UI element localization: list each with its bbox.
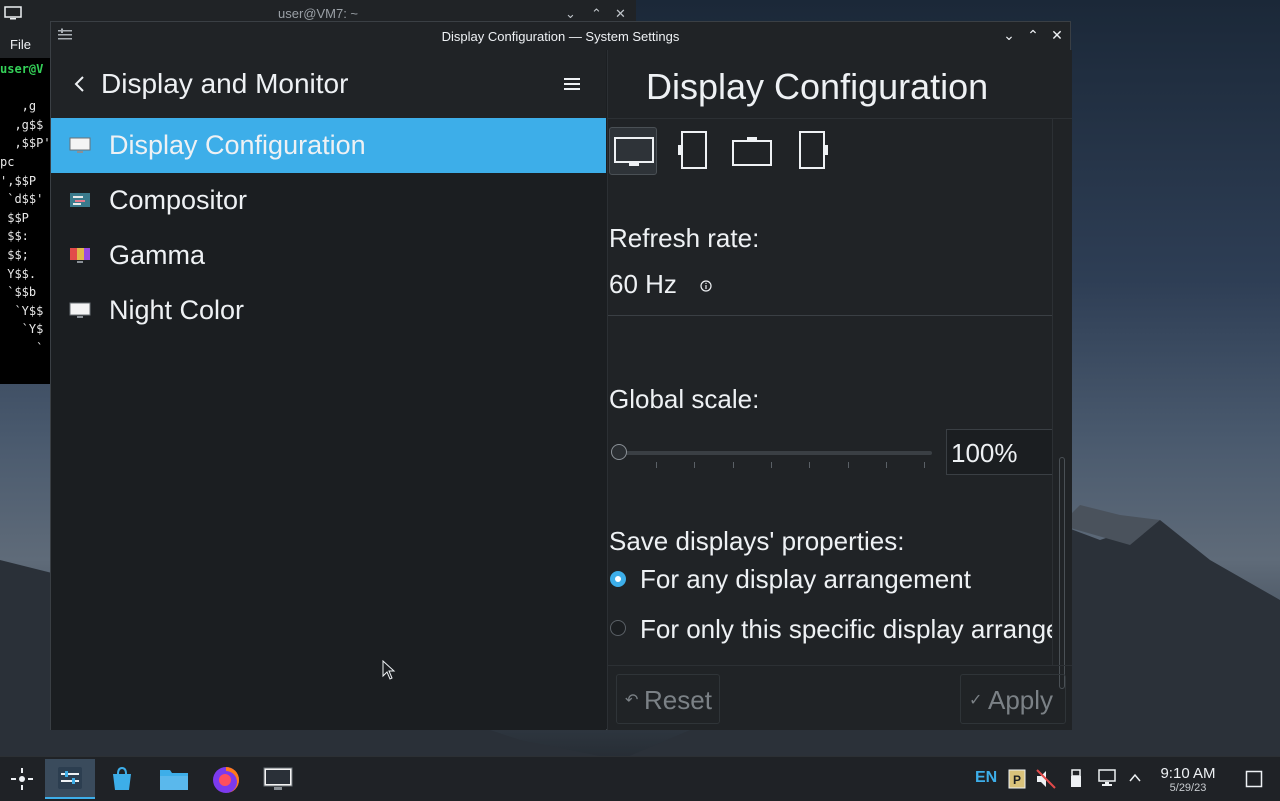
landscape-monitor-icon xyxy=(614,137,654,166)
discover-store-icon xyxy=(113,766,131,790)
taskbar-firefox[interactable] xyxy=(201,759,251,799)
speaker-muted-icon[interactable] xyxy=(1035,768,1057,790)
back-arrow-icon[interactable] xyxy=(71,72,91,96)
slider-tick xyxy=(733,462,734,468)
night-color-icon xyxy=(69,302,91,318)
global-scale-label: Global scale: xyxy=(609,384,760,414)
sidebar-item-display-configuration[interactable]: Display Configuration xyxy=(51,118,606,173)
application-launcher-icon[interactable] xyxy=(10,767,34,791)
terminal-title: user@VM7: ~ xyxy=(277,6,359,21)
orientation-flipped-button[interactable] xyxy=(728,127,776,175)
mouse-cursor-icon xyxy=(382,660,396,680)
monitor-icon xyxy=(263,767,293,790)
orientation-portrait-left-button[interactable] xyxy=(670,127,718,175)
gamma-icon xyxy=(70,248,90,263)
sidebar-title: Display and Monitor xyxy=(101,68,349,99)
monitor-icon xyxy=(69,137,91,153)
minimize-icon[interactable]: ⌄ xyxy=(565,6,576,22)
firefox-icon xyxy=(213,767,239,793)
clock[interactable]: 9:10 AM 5/29/23 xyxy=(1150,765,1226,794)
global-scale-spinbox[interactable]: 100% xyxy=(946,429,1052,475)
network-wired-icon[interactable] xyxy=(1097,768,1117,788)
content-pane: Display Configuration Refresh rate: 60 H… xyxy=(607,50,1072,730)
slider-tick xyxy=(848,462,849,468)
scrollbar-thumb[interactable] xyxy=(1059,457,1065,689)
portrait-right-monitor-icon xyxy=(799,131,828,169)
display-settings[interactable]: Refresh rate: 60 Hz Global scale: 100% S… xyxy=(608,119,1052,665)
terminal-output: user@V ,g ,g$$ ,$$P' pc ',$$P `d$$' $$P … xyxy=(0,62,51,355)
save-properties-label: Save displays' properties: xyxy=(609,526,905,556)
folder-icon xyxy=(160,770,188,790)
radio-specific-arrangement[interactable] xyxy=(610,620,626,636)
apply-button[interactable]: ✓ Apply xyxy=(960,674,1066,724)
slider-tick xyxy=(886,462,887,468)
maximize-icon[interactable]: ⌃ xyxy=(591,6,602,22)
sidebar-item-label: Compositor xyxy=(109,185,248,215)
usb-device-icon[interactable] xyxy=(1069,769,1083,789)
portrait-left-monitor-icon xyxy=(678,131,707,169)
sidebar-item-label: Gamma xyxy=(109,240,206,270)
clock-date: 5/29/23 xyxy=(1169,782,1207,794)
button-bar: ↶ Reset ✓ Apply xyxy=(608,665,1072,731)
slider-tick xyxy=(694,462,695,468)
info-icon[interactable] xyxy=(700,280,712,292)
taskbar: EN P 9:10 AM 5/29/23 xyxy=(0,756,1280,801)
radio-specific-arrangement-label[interactable]: For only this specific display arrangeme… xyxy=(640,614,1052,645)
slider-handle[interactable] xyxy=(611,444,627,460)
sidebar: Display and Monitor Display Configuratio… xyxy=(51,50,606,730)
refresh-rate-value: 60 Hz xyxy=(609,269,677,299)
global-scale-slider[interactable] xyxy=(618,451,932,455)
close-icon[interactable]: ✕ xyxy=(1049,27,1065,43)
page-title: Display Configuration xyxy=(646,66,989,107)
compositor-icon xyxy=(70,193,90,207)
window-title: Display Configuration — System Settings xyxy=(441,29,680,44)
menu-file[interactable]: File xyxy=(10,37,31,52)
checkmark-icon: ✓ xyxy=(969,692,983,709)
sidebar-item-compositor[interactable]: Compositor xyxy=(51,173,606,228)
sidebar-header: Display and Monitor xyxy=(51,50,606,119)
reset-button[interactable]: ↶ Reset xyxy=(616,674,720,724)
sidebar-item-label: Night Color xyxy=(109,295,245,325)
orientation-landscape-button[interactable] xyxy=(609,127,657,175)
slider-tick xyxy=(924,462,925,468)
show-desktop-icon[interactable] xyxy=(1245,770,1263,788)
taskbar-discover[interactable] xyxy=(97,759,147,799)
close-icon[interactable]: ✕ xyxy=(615,6,626,22)
maximize-icon[interactable]: ⌃ xyxy=(1025,27,1041,43)
sidebar-item-night-color[interactable]: Night Color xyxy=(51,283,606,338)
clipboard-icon[interactable]: P xyxy=(1007,767,1027,789)
taskbar-terminal[interactable] xyxy=(253,759,303,799)
system-settings-window[interactable]: Display Configuration — System Settings … xyxy=(50,21,1072,730)
vertical-scrollbar[interactable] xyxy=(1052,119,1073,689)
global-scale-value: 100% xyxy=(951,438,1018,468)
sidebar-item-label: Display Configuration xyxy=(109,130,366,160)
taskbar-system-settings[interactable] xyxy=(45,759,95,799)
content-header: Display Configuration xyxy=(608,50,1072,119)
hamburger-menu-icon[interactable] xyxy=(563,76,581,92)
window-titlebar[interactable]: Display Configuration — System Settings … xyxy=(51,22,1070,50)
chevron-up-icon[interactable] xyxy=(1128,771,1142,785)
clock-time: 9:10 AM xyxy=(1160,765,1216,782)
radio-any-arrangement[interactable] xyxy=(610,571,626,587)
radio-any-arrangement-label[interactable]: For any display arrangement xyxy=(640,564,971,595)
keyboard-layout-indicator[interactable]: EN xyxy=(975,769,997,787)
slider-tick xyxy=(656,462,657,468)
slider-tick xyxy=(809,462,810,468)
flipped-monitor-icon xyxy=(732,137,772,166)
system-settings-icon xyxy=(58,767,82,789)
apply-button-label: Apply xyxy=(988,685,1054,715)
refresh-rate-label: Refresh rate: xyxy=(609,223,760,253)
taskbar-file-manager[interactable] xyxy=(149,759,199,799)
slider-tick xyxy=(771,462,772,468)
sidebar-item-gamma[interactable]: Gamma xyxy=(51,228,606,283)
undo-icon: ↶ xyxy=(625,692,639,709)
svg-text:P: P xyxy=(1013,773,1021,787)
section-divider xyxy=(608,315,1052,316)
reset-button-label: Reset xyxy=(644,685,712,715)
orientation-portrait-right-button[interactable] xyxy=(788,127,836,175)
minimize-icon[interactable]: ⌄ xyxy=(1001,27,1017,43)
